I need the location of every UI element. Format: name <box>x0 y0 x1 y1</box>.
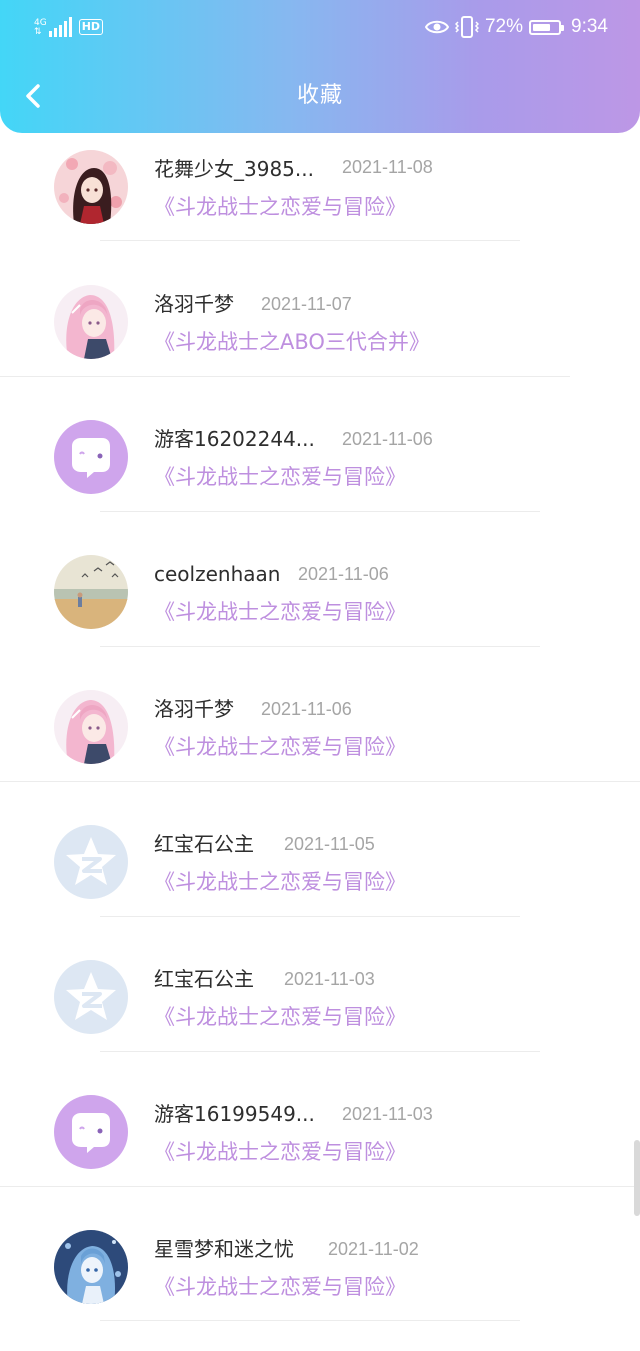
beach-seagulls-avatar <box>54 555 128 629</box>
list-item[interactable]: 红宝石公主 2021-11-03 《斗龙战士之恋爱与冒险》 <box>0 916 640 1052</box>
scrollbar-thumb[interactable] <box>634 1140 640 1216</box>
hd-badge: HD <box>78 19 104 35</box>
favorite-date: 2021-11-03 <box>342 1104 433 1124</box>
user-avatar[interactable] <box>54 1095 128 1169</box>
username[interactable]: 洛羽千梦 <box>154 696 234 722</box>
book-title-link[interactable]: 《斗龙战士之恋爱与冒险》 <box>154 733 406 761</box>
clock: 9:34 <box>571 16 608 37</box>
username[interactable]: 游客16199549... <box>154 1101 315 1127</box>
username[interactable]: 花舞少女_3985... <box>154 156 314 182</box>
user-avatar[interactable] <box>54 825 128 899</box>
vibrate-icon <box>454 16 479 38</box>
favorite-date: 2021-11-05 <box>284 834 375 854</box>
anime-girl-pink-avatar <box>54 285 128 359</box>
book-title-link[interactable]: 《斗龙战士之ABO三代合并》 <box>154 328 430 356</box>
user-avatar[interactable] <box>54 555 128 629</box>
list-item[interactable]: 红宝石公主 2021-11-05 《斗龙战士之恋爱与冒险》 <box>0 781 640 917</box>
list-item[interactable]: 洛羽千梦 2021-11-06 《斗龙战士之恋爱与冒险》 <box>0 646 640 782</box>
guest-chat-avatar <box>54 1095 128 1169</box>
list-item[interactable]: ceolzenhaan 2021-11-06 《斗龙战士之恋爱与冒险》 <box>0 511 640 647</box>
qzone-star-avatar <box>54 960 128 1034</box>
eye-icon <box>424 20 449 34</box>
favorite-date: 2021-11-07 <box>261 294 352 314</box>
list-item[interactable]: 游客16199549... 2021-11-03 《斗龙战士之恋爱与冒险》 <box>0 1051 640 1187</box>
favorite-date: 2021-11-06 <box>261 699 352 719</box>
anime-girl-pink-avatar <box>54 690 128 764</box>
list-item[interactable]: 洛羽千梦 2021-11-07 《斗龙战士之ABO三代合并》 <box>0 241 640 377</box>
user-avatar[interactable] <box>54 690 128 764</box>
back-button[interactable] <box>18 78 48 114</box>
favorites-list: 花舞少女_3985... 2021-11-08 《斗龙战士之恋爱与冒险》 洛羽千… <box>0 133 640 1351</box>
favorite-date: 2021-11-02 <box>328 1239 419 1259</box>
qzone-star-avatar <box>54 825 128 899</box>
user-avatar[interactable] <box>54 960 128 1034</box>
page-title: 收藏 <box>296 83 343 108</box>
username[interactable]: 游客16202244... <box>154 426 315 452</box>
list-item[interactable]: 游客16202244... 2021-11-06 《斗龙战士之恋爱与冒险》 <box>0 376 640 512</box>
favorite-date: 2021-11-06 <box>342 429 433 449</box>
status-left: 4G ⇅ HD <box>34 14 104 40</box>
row-divider <box>100 1320 520 1321</box>
book-title-link[interactable]: 《斗龙战士之恋爱与冒险》 <box>154 1003 406 1031</box>
user-avatar[interactable] <box>54 420 128 494</box>
app-header: 4G ⇅ HD 72% 9:34 收藏 <box>0 0 640 133</box>
network-arrows: ⇅ <box>34 27 42 37</box>
username[interactable]: 红宝石公主 <box>154 831 254 857</box>
list-item[interactable]: 星雪梦和迷之忧 2021-11-02 《斗龙战士之恋爱与冒险》 <box>0 1186 640 1321</box>
battery-icon <box>529 19 565 35</box>
favorite-date: 2021-11-06 <box>298 564 389 584</box>
username[interactable]: ceolzenhaan <box>154 561 280 587</box>
username[interactable]: 红宝石公主 <box>154 966 254 992</box>
user-avatar[interactable] <box>54 150 128 224</box>
user-avatar[interactable] <box>54 1230 128 1304</box>
book-title-link[interactable]: 《斗龙战士之恋爱与冒险》 <box>154 598 406 626</box>
guest-chat-avatar <box>54 420 128 494</box>
book-title-link[interactable]: 《斗龙战士之恋爱与冒险》 <box>154 193 406 221</box>
battery-level-fill <box>533 23 551 31</box>
signal-icon <box>48 17 72 37</box>
book-title-link[interactable]: 《斗龙战士之恋爱与冒险》 <box>154 1138 406 1166</box>
status-right: 72% 9:34 <box>424 13 608 41</box>
anime-girl-blue-avatar <box>54 1230 128 1304</box>
username[interactable]: 洛羽千梦 <box>154 291 234 317</box>
book-title-link[interactable]: 《斗龙战士之恋爱与冒险》 <box>154 463 406 491</box>
favorite-date: 2021-11-03 <box>284 969 375 989</box>
book-title-link[interactable]: 《斗龙战士之恋爱与冒险》 <box>154 1273 406 1301</box>
username[interactable]: 星雪梦和迷之忧 <box>154 1236 294 1262</box>
favorite-date: 2021-11-08 <box>342 157 433 177</box>
book-title-link[interactable]: 《斗龙战士之恋爱与冒险》 <box>154 868 406 896</box>
anime-girl-red-avatar <box>54 150 128 224</box>
status-bar: 4G ⇅ HD 72% 9:34 <box>0 0 640 54</box>
battery-percent: 72% <box>484 16 524 37</box>
user-avatar[interactable] <box>54 285 128 359</box>
network-indicator: 4G ⇅ <box>34 17 73 37</box>
back-arrow-icon <box>26 84 40 108</box>
